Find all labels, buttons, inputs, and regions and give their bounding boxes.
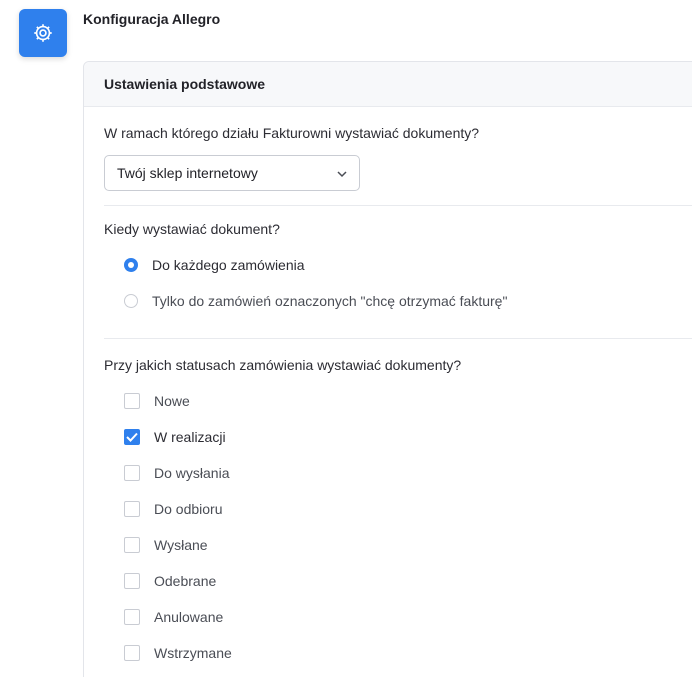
- radio-option-every-order[interactable]: Do każdego zamówienia: [124, 257, 305, 273]
- checkbox[interactable]: [124, 609, 140, 625]
- card-header: Ustawienia podstawowe: [84, 62, 692, 107]
- department-question: W ramach którego działu Fakturowni wysta…: [104, 125, 480, 141]
- status-checkbox-w-realizacji[interactable]: W realizacji: [124, 429, 226, 445]
- divider: [104, 205, 692, 206]
- settings-card: Ustawienia podstawowe W ramach którego d…: [83, 61, 692, 677]
- status-checkbox-nowe[interactable]: Nowe: [124, 393, 190, 409]
- checkbox-label: Do odbioru: [154, 501, 223, 517]
- checkbox[interactable]: [124, 501, 140, 517]
- radio-option-marked-orders[interactable]: Tylko do zamówień oznaczonych "chcę otrz…: [124, 293, 507, 309]
- status-checkbox-odebrane[interactable]: Odebrane: [124, 573, 216, 589]
- department-select[interactable]: Twój sklep internetowy: [104, 155, 360, 191]
- chevron-down-icon: [337, 171, 347, 178]
- checkbox[interactable]: [124, 465, 140, 481]
- radio-label: Do każdego zamówienia: [152, 257, 305, 273]
- checkbox[interactable]: [124, 429, 140, 445]
- status-checkbox-do-wyslania[interactable]: Do wysłania: [124, 465, 229, 481]
- checkbox-label: Wstrzymane: [154, 645, 232, 661]
- checkbox-label: Nowe: [154, 393, 190, 409]
- radio-label: Tylko do zamówień oznaczonych "chcę otrz…: [152, 293, 508, 309]
- department-select-value: Twój sklep internetowy: [117, 165, 258, 181]
- checkbox-label: Odebrane: [154, 573, 217, 589]
- status-checkbox-wstrzymane[interactable]: Wstrzymane: [124, 645, 232, 661]
- page-title: Konfiguracja Allegro: [83, 11, 221, 27]
- radio-button[interactable]: [124, 258, 138, 272]
- checkbox-label: Anulowane: [154, 609, 224, 625]
- checkbox[interactable]: [124, 645, 140, 661]
- checkmark-icon: [126, 432, 138, 442]
- checkbox[interactable]: [124, 393, 140, 409]
- app-gear-icon[interactable]: [19, 9, 67, 57]
- checkbox[interactable]: [124, 537, 140, 553]
- checkbox-label: W realizacji: [154, 429, 226, 445]
- status-checkbox-anulowane[interactable]: Anulowane: [124, 609, 223, 625]
- checkbox[interactable]: [124, 573, 140, 589]
- page: Konfiguracja Allegro Ustawienia podstawo…: [0, 0, 692, 677]
- checkbox-label: Wysłane: [154, 537, 208, 553]
- when-question: Kiedy wystawiać dokument?: [104, 221, 280, 237]
- radio-button[interactable]: [124, 294, 138, 308]
- divider: [104, 338, 692, 339]
- checkbox-label: Do wysłania: [154, 465, 230, 481]
- status-checkbox-do-odbioru[interactable]: Do odbioru: [124, 501, 223, 517]
- statuses-question: Przy jakich statusach zamówienia wystawi…: [104, 357, 462, 373]
- status-checkbox-wyslane[interactable]: Wysłane: [124, 537, 208, 553]
- gear-icon: [34, 24, 52, 42]
